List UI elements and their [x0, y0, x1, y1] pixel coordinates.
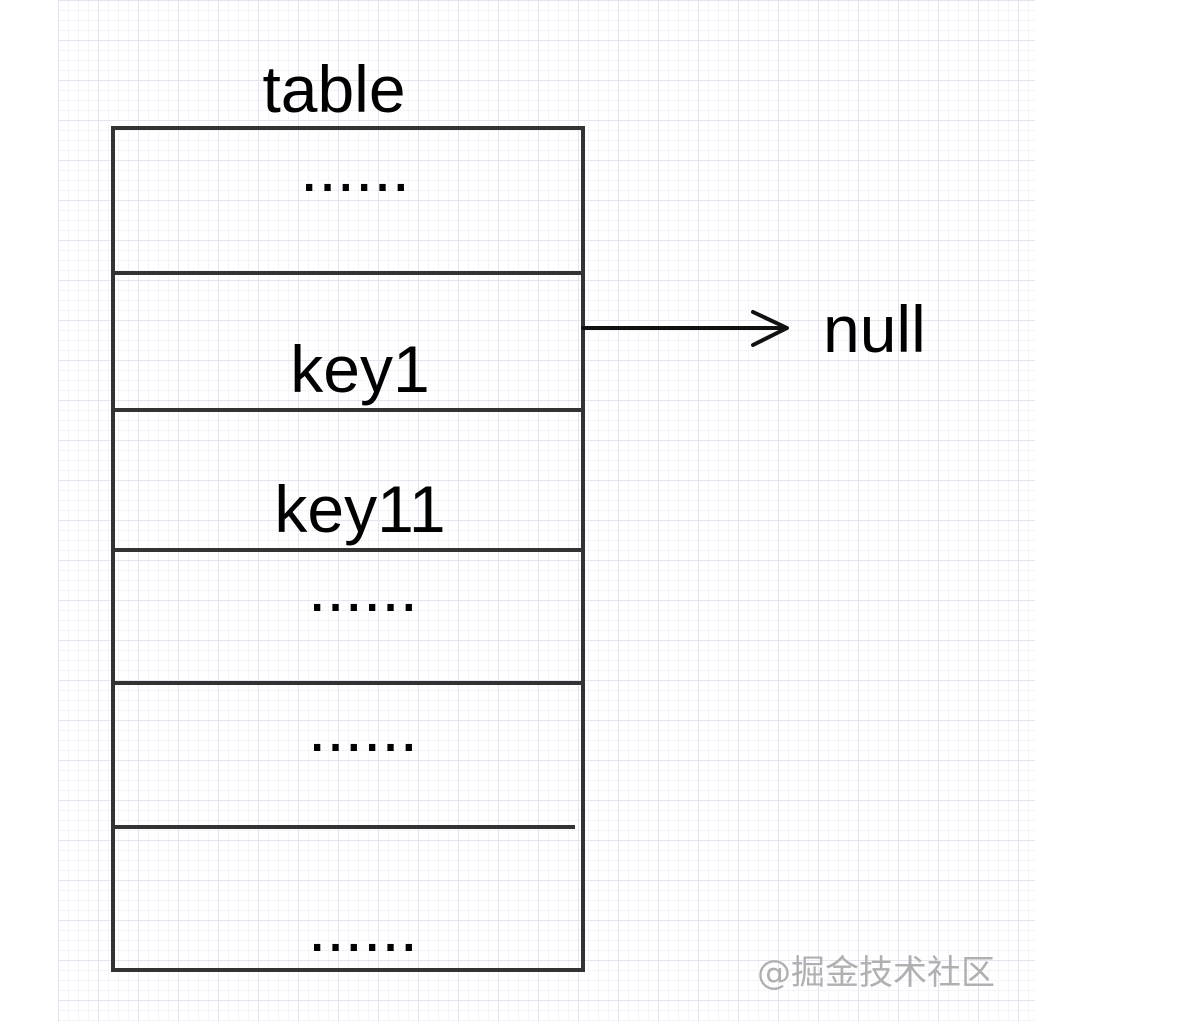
table-cell-label: key1	[290, 332, 429, 406]
table-cell-label: key11	[274, 472, 445, 546]
watermark: @掘金技术社区	[757, 953, 995, 993]
hash-table-diagram: table ...... key1 key11 ...... ...... ..…	[111, 52, 995, 993]
pointer-target-label: null	[823, 292, 926, 366]
diagram-canvas: table ...... key1 key11 ...... ...... ..…	[0, 0, 1186, 1030]
table-cell-label: ......	[308, 891, 418, 965]
table-cell-label: ......	[308, 691, 418, 765]
table-cell-label: ......	[300, 131, 410, 205]
arrow-right-icon	[581, 310, 789, 347]
table-title: table	[262, 52, 405, 126]
table-cell-label: ......	[308, 551, 418, 625]
